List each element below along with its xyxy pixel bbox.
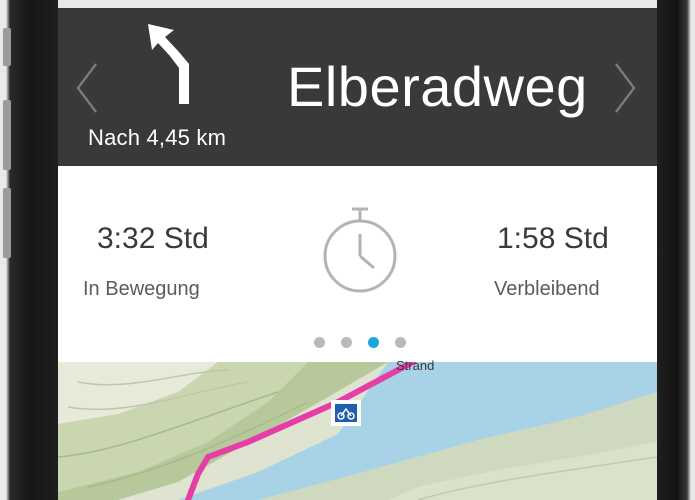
remaining-time-label: Verbleibend bbox=[494, 278, 600, 300]
bicycle-sign-icon[interactable] bbox=[331, 400, 361, 426]
map-place-label: Strand bbox=[396, 358, 435, 373]
phone-volume-up-button bbox=[3, 100, 11, 170]
next-instruction-button[interactable] bbox=[610, 60, 640, 116]
turn-distance: Nach 4,45 km bbox=[88, 125, 227, 150]
chevron-right-icon bbox=[615, 63, 636, 113]
route-map[interactable] bbox=[58, 362, 657, 500]
previous-instruction-button[interactable] bbox=[72, 60, 102, 116]
page-indicator[interactable] bbox=[310, 337, 410, 349]
stats-panel[interactable]: 3:32 Std In Bewegung 1:58 Std Verbleiben… bbox=[58, 166, 657, 362]
page-dot-4[interactable] bbox=[395, 337, 406, 348]
remaining-time-value: 1:58 Std bbox=[497, 222, 609, 255]
page-dot-2[interactable] bbox=[341, 337, 352, 348]
street-name: Elberadweg bbox=[287, 55, 588, 118]
page-dot-3-active[interactable] bbox=[368, 337, 379, 348]
turn-left-arrow-icon bbox=[148, 24, 189, 104]
page-dot-1[interactable] bbox=[314, 337, 325, 348]
chevron-left-icon bbox=[76, 63, 97, 113]
phone-bezel-right bbox=[657, 0, 695, 500]
phone-frame: Nach 4,45 km Elberadweg 3:32 Std In Bewe… bbox=[0, 0, 695, 500]
moving-time-label: In Bewegung bbox=[83, 278, 200, 300]
app-screen: Nach 4,45 km Elberadweg 3:32 Std In Bewe… bbox=[58, 8, 657, 500]
navigation-header: Nach 4,45 km Elberadweg bbox=[58, 8, 657, 166]
phone-side-button bbox=[3, 28, 11, 66]
stopwatch-icon bbox=[323, 207, 397, 293]
background bbox=[0, 0, 695, 8]
phone-volume-down-button bbox=[3, 188, 11, 258]
moving-time-value: 3:32 Std bbox=[97, 222, 209, 255]
